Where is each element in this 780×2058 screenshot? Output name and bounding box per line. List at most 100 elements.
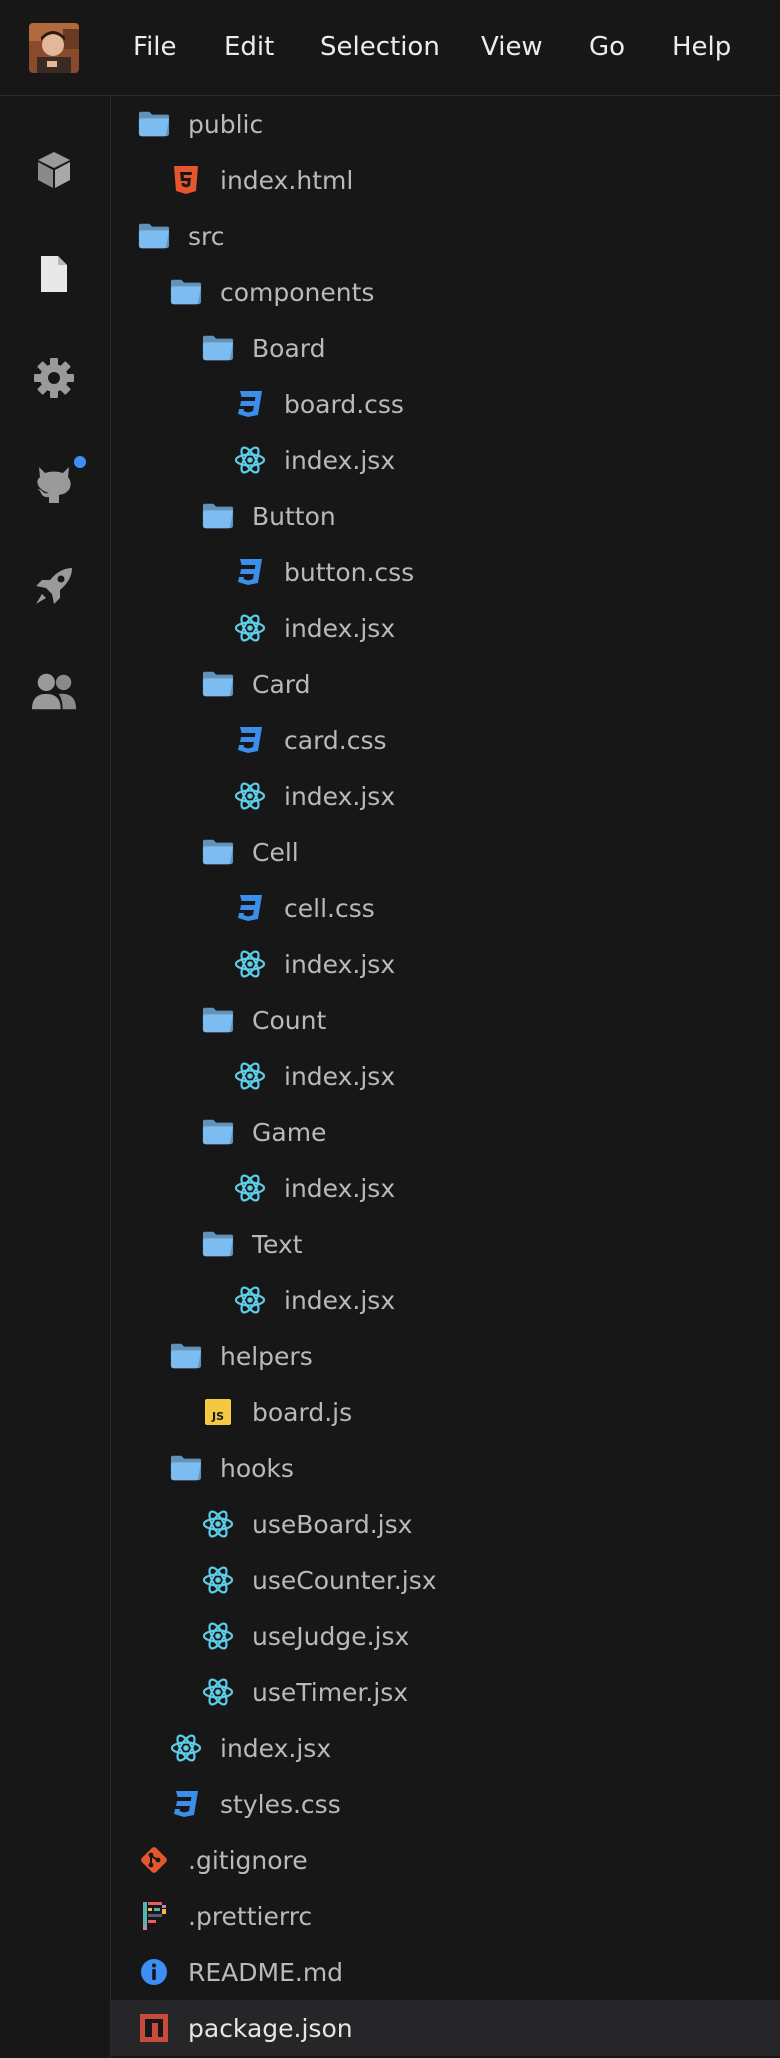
info-icon [138,1956,170,1988]
file-label: index.jsx [284,1061,396,1091]
file-row[interactable]: useTimer.jsx [111,1664,780,1720]
folder-row[interactable]: components [111,264,780,320]
folder-icon [170,276,202,308]
folder-icon [202,1116,234,1148]
folder-label: hooks [220,1453,294,1483]
folder-row[interactable]: Game [111,1104,780,1160]
file-row[interactable]: index.jsx [111,936,780,992]
folder-icon [202,332,234,364]
folder-row[interactable]: Button [111,488,780,544]
folder-icon [202,1004,234,1036]
folder-row[interactable]: src [111,208,780,264]
file-label: useCounter.jsx [252,1565,437,1595]
folder-label: Button [252,501,336,531]
folder-icon [170,1340,202,1372]
file-label: index.jsx [284,1173,396,1203]
file-row[interactable]: cell.css [111,880,780,936]
file-row[interactable]: index.jsx [111,1160,780,1216]
folder-icon [170,1452,202,1484]
file-row[interactable]: index.html [111,152,780,208]
react-icon [202,1508,234,1540]
react-icon [202,1676,234,1708]
file-row[interactable]: README.md [111,1944,780,2000]
folder-row[interactable]: Text [111,1216,780,1272]
file-explorer: public index.html src components Board board.… [111,96,780,2058]
menu-item-view[interactable]: View [481,0,543,95]
folder-label: Game [252,1117,327,1147]
file-label: package.json [188,2013,353,2043]
file-row[interactable]: index.jsx [111,1720,780,1776]
file-label: index.jsx [284,445,396,475]
file-label: index.jsx [284,781,396,811]
html5-icon [170,164,202,196]
css3-icon [170,1788,202,1820]
folder-label: components [220,277,375,307]
file-row[interactable]: useCounter.jsx [111,1552,780,1608]
file-row[interactable]: index.jsx [111,600,780,656]
file-row[interactable]: .prettierrc [111,1888,780,1944]
folder-row[interactable]: Count [111,992,780,1048]
menu-item-selection[interactable]: Selection [320,0,440,95]
notification-dot [74,456,86,468]
folder-icon [202,1228,234,1260]
menu-bar: File Edit Selection View Go Help [0,0,780,96]
menu-item-file[interactable]: File [133,0,177,95]
folder-row[interactable]: public [111,96,780,152]
folder-label: helpers [220,1341,313,1371]
react-icon [234,1060,266,1092]
folder-row[interactable]: Card [111,656,780,712]
javascript-icon: JS [202,1396,234,1428]
svg-text:JS: JS [211,1410,224,1423]
folder-label: Board [252,333,326,363]
file-row[interactable]: index.jsx [111,1048,780,1104]
rocket-icon[interactable] [30,562,78,610]
file-row[interactable]: board.css [111,376,780,432]
react-icon [234,780,266,812]
menu-item-help[interactable]: Help [672,0,731,95]
github-icon[interactable] [30,456,86,506]
file-row[interactable]: package.json [111,2000,780,2056]
users-icon[interactable] [30,668,78,716]
folder-label: Count [252,1005,327,1035]
file-label: card.css [284,725,387,755]
file-row[interactable]: useJudge.jsx [111,1608,780,1664]
file-label: styles.css [220,1789,341,1819]
react-icon [234,612,266,644]
folder-row[interactable]: Board [111,320,780,376]
cube-icon[interactable] [30,146,78,194]
file-row[interactable]: index.jsx [111,432,780,488]
file-label: index.jsx [284,613,396,643]
activity-bar [0,96,111,2058]
file-label: index.html [220,165,354,195]
prettier-icon [138,1900,170,1932]
menu-item-go[interactable]: Go [589,0,625,95]
folder-row[interactable]: helpers [111,1328,780,1384]
folder-row[interactable]: hooks [111,1440,780,1496]
react-icon [234,948,266,980]
file-label: board.js [252,1397,353,1427]
file-label: cell.css [284,893,375,923]
css3-icon [234,892,266,924]
folder-icon [138,220,170,252]
react-icon [234,444,266,476]
gear-icon[interactable] [30,354,78,402]
file-icon[interactable] [30,250,78,298]
file-row[interactable]: index.jsx [111,768,780,824]
file-row[interactable]: useBoard.jsx [111,1496,780,1552]
folder-icon [138,108,170,140]
file-row[interactable]: JS board.js [111,1384,780,1440]
file-label: index.jsx [220,1733,332,1763]
file-label: .prettierrc [188,1901,313,1931]
file-row[interactable]: card.css [111,712,780,768]
file-label: index.jsx [284,949,396,979]
file-row[interactable]: button.css [111,544,780,600]
folder-label: public [188,109,264,139]
css3-icon [234,556,266,588]
css3-icon [234,724,266,756]
file-row[interactable]: styles.css [111,1776,780,1832]
file-row[interactable]: .gitignore [111,1832,780,1888]
menu-item-edit[interactable]: Edit [224,0,274,95]
folder-icon [202,668,234,700]
file-row[interactable]: index.jsx [111,1272,780,1328]
folder-row[interactable]: Cell [111,824,780,880]
